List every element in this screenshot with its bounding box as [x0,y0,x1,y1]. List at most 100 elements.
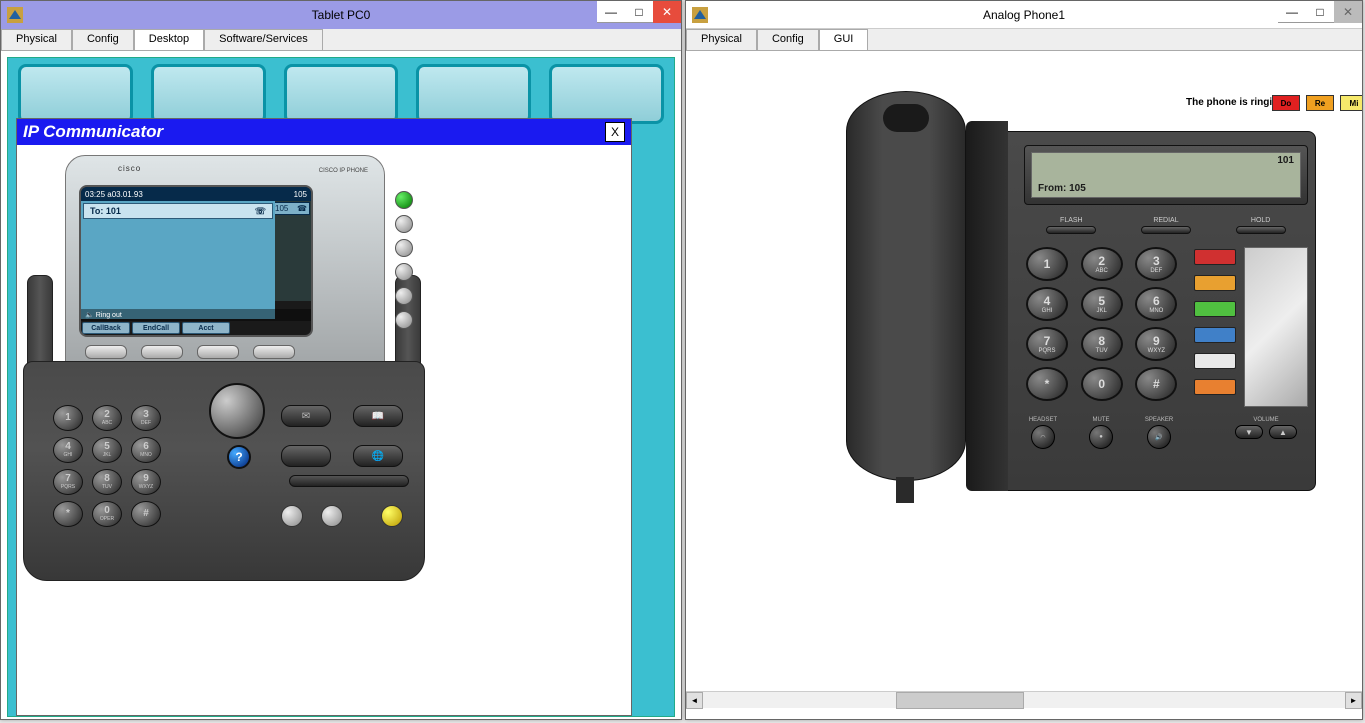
desktop-launcher-2[interactable] [151,64,266,124]
minimize-button[interactable]: — [1278,1,1306,23]
softbtn-3[interactable] [197,345,239,359]
key-8[interactable]: 8TUV [92,469,122,495]
dialpad: 1 2ABC 3DEF 4GHI 5JKL 6MNO 7PQRS 8TUV 9W… [1026,247,1182,401]
help-button[interactable]: ? [227,445,251,469]
scroll-track[interactable] [703,692,1345,709]
line-button-5[interactable] [395,287,413,305]
key-7[interactable]: 7PQRS [53,469,83,495]
headset-icon: ◠ [1031,425,1055,449]
desktop-launcher-1[interactable] [18,64,133,124]
bottom-row: HEADSET◠ MUTE● SPEAKER🔊 [1026,417,1176,449]
minimize-button[interactable]: — [597,1,625,23]
tone-re-button[interactable]: Re [1306,95,1334,111]
mute-button[interactable]: MUTE● [1084,417,1118,449]
hold-button[interactable]: HOLD [1226,217,1296,235]
dial-0[interactable]: 0 [1081,367,1123,401]
line-button-3[interactable] [395,239,413,257]
key-9[interactable]: 9WXYZ [131,469,161,495]
desktop-launcher-3[interactable] [284,64,399,124]
key-0[interactable]: 0OPER [92,501,122,527]
ipcomm-titlebar[interactable]: IP Communicator X [17,119,631,145]
tab-gui[interactable]: GUI [819,29,869,50]
key-5[interactable]: 5JKL [92,437,122,463]
line-button-2[interactable] [395,215,413,233]
volume-bar[interactable] [289,475,409,487]
desktop-launcher-5[interactable] [549,64,664,124]
tab-desktop[interactable]: Desktop [134,29,204,50]
titlebar-right[interactable]: Analog Phone1 — □ ✕ [686,1,1362,29]
color-key-amber[interactable] [1194,379,1236,395]
dial-1[interactable]: 1 [1026,247,1068,281]
messages-button[interactable]: ✉ [281,405,331,427]
scroll-right-button[interactable]: ► [1345,692,1362,709]
tab-config[interactable]: Config [72,29,134,50]
dial-4[interactable]: 4GHI [1026,287,1068,321]
color-key-green[interactable] [1194,301,1236,317]
dial-8[interactable]: 8TUV [1081,327,1123,361]
softbtn-1[interactable] [85,345,127,359]
headset-button[interactable] [321,505,343,527]
key-2[interactable]: 2ABC [92,405,122,431]
headset-button[interactable]: HEADSET◠ [1026,417,1060,449]
tab-physical[interactable]: Physical [1,29,72,50]
settings-button[interactable] [281,445,331,467]
side-ext-105[interactable]: 105 ☎ [272,202,310,215]
maximize-button[interactable]: □ [625,1,653,23]
key-4[interactable]: 4GHI [53,437,83,463]
softkey-acct[interactable]: Acct [182,322,230,334]
dial-2[interactable]: 2ABC [1081,247,1123,281]
scroll-thumb[interactable] [896,692,1024,709]
close-button[interactable]: ✕ [653,1,681,23]
flash-button[interactable]: FLASH [1036,217,1106,235]
mute-button[interactable] [281,505,303,527]
app-icon [692,7,708,23]
ipcomm-close-button[interactable]: X [605,122,625,142]
tab-software-services[interactable]: Software/Services [204,29,323,50]
color-key-red[interactable] [1194,249,1236,265]
dial-6[interactable]: 6MNO [1135,287,1177,321]
tab-physical[interactable]: Physical [686,29,757,50]
directories-button[interactable]: 📖 [353,405,403,427]
key-1[interactable]: 1 [53,405,83,431]
tab-config[interactable]: Config [757,29,819,50]
volume-up-button[interactable]: ▲ [1269,425,1297,439]
close-button[interactable]: ✕ [1334,1,1362,23]
key-star[interactable]: * [53,501,83,527]
scroll-left-button[interactable]: ◄ [686,692,703,709]
color-key-blue[interactable] [1194,327,1236,343]
dial-9[interactable]: 9WXYZ [1135,327,1177,361]
dial-5[interactable]: 5JKL [1081,287,1123,321]
maximize-button[interactable]: □ [1306,1,1334,23]
titlebar-left[interactable]: Tablet PC0 — □ ✕ [1,1,681,29]
line-button-4[interactable] [395,263,413,281]
dial-7[interactable]: 7PQRS [1026,327,1068,361]
desktop-launcher-4[interactable] [416,64,531,124]
softbtn-4[interactable] [253,345,295,359]
dial-hash[interactable]: # [1135,367,1177,401]
line-button-6[interactable] [395,311,413,329]
analog-handset[interactable] [846,91,966,481]
dial-star[interactable]: * [1026,367,1068,401]
ip-phone: cisco CISCO IP PHONE 03:25 a03.01.93 105… [23,155,425,585]
speaker-button[interactable] [381,505,403,527]
tone-do-button[interactable]: Do [1272,95,1300,111]
key-hash[interactable]: # [131,501,161,527]
softkey-endcall[interactable]: EndCall [132,322,180,334]
ipcomm-title: IP Communicator [23,122,163,142]
speaker-icon: 🔊 [1147,425,1171,449]
volume-down-button[interactable]: ▼ [1235,425,1263,439]
key-3[interactable]: 3DEF [131,405,161,431]
speaker-button[interactable]: SPEAKER🔊 [1142,417,1176,449]
key-6[interactable]: 6MNO [131,437,161,463]
nav-wheel[interactable] [209,383,265,439]
services-button[interactable]: 🌐 [353,445,403,467]
color-key-orange[interactable] [1194,275,1236,291]
dial-3[interactable]: 3DEF [1135,247,1177,281]
softkey-callback[interactable]: CallBack [82,322,130,334]
softbtn-2[interactable] [141,345,183,359]
line-button-1[interactable] [395,191,413,209]
color-key-white[interactable] [1194,353,1236,369]
redial-button[interactable]: REDIAL [1131,217,1201,235]
tone-mi-button[interactable]: Mi [1340,95,1362,111]
horizontal-scrollbar[interactable]: ◄ ► [686,691,1362,708]
